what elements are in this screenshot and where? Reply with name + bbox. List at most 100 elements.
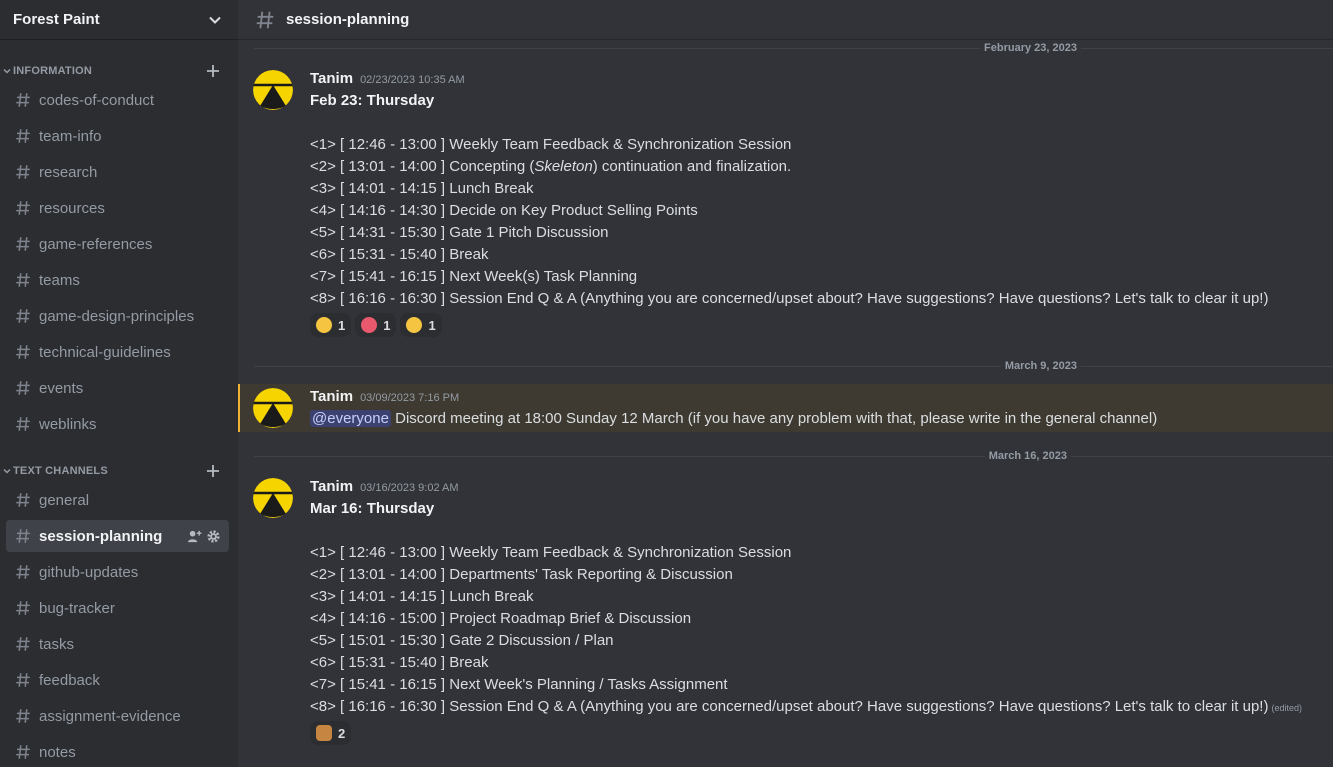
timestamp: 03/09/2023 7:16 PM [360,392,460,404]
channel-bug-tracker[interactable]: bug-tracker [6,592,229,624]
server-name: Forest Paint [13,11,100,28]
hash-icon [16,565,30,579]
channel-tasks[interactable]: tasks [6,628,229,660]
channel-notes[interactable]: notes [6,736,229,767]
nerd-face-icon [406,317,423,333]
channel-label: assignment-evidence [39,707,181,725]
avatar[interactable] [253,388,293,428]
reactions-bar: 1 1 1 [310,313,442,337]
channel-sidebar: Forest Paint INFORMATION codes-of-conduc… [0,0,238,767]
channel-assignment-evidence[interactable]: assignment-evidence [6,700,229,732]
channel-label: events [39,379,84,397]
schedule-line: <2> [ 13:01 - 14:00 ] Departments' Task … [310,566,733,583]
channel-teams[interactable]: teams [6,264,229,296]
schedule-line: <2> [ 13:01 - 14:00 ] Concepting (Skelet… [310,158,792,175]
hash-icon [16,529,30,543]
server-header[interactable]: Forest Paint [0,0,238,40]
schedule-line: <5> [ 14:31 - 15:30 ] Gate 1 Pitch Discu… [310,224,609,241]
channel-label: technical-guidelines [39,343,171,361]
channel-weblinks[interactable]: weblinks [6,408,229,440]
channel-label: research [39,163,98,181]
channel-label: github-updates [39,563,139,581]
message-title: Feb 23: Thursday [310,92,435,109]
hash-icon [16,673,30,687]
date-divider: March 16, 2023 [254,449,1333,463]
author-name[interactable]: Tanim [310,478,353,495]
reaction-angry[interactable]: 1 [355,313,397,337]
hash-icon [256,11,274,28]
reaction-thinking[interactable]: 1 [310,313,352,337]
reaction-thumbs-up[interactable]: 2 [310,721,352,745]
channel-game-design-principles[interactable]: game-design-principles [6,300,229,332]
schedule-line: <7> [ 15:41 - 16:15 ] Next Week(s) Task … [310,268,638,285]
avatar[interactable] [253,478,293,518]
date-divider: March 9, 2023 [254,359,1333,373]
hash-icon [16,273,30,287]
message-header: Tanim 03/16/2023 9:02 AM [310,478,459,495]
message-body: @everyone Discord meeting at 18:00 Sunda… [310,410,1158,427]
channel-label: general [39,491,90,509]
timestamp: 03/16/2023 9:02 AM [360,482,459,494]
hash-icon [16,745,30,759]
channel-label: game-design-principles [39,307,195,325]
reactions-bar: 2 [310,721,352,745]
gear-icon[interactable] [206,529,221,544]
hash-icon [16,709,30,723]
avatar[interactable] [253,70,293,110]
message[interactable]: Tanim 03/16/2023 9:02 AM Mar 16: Thursda… [238,472,1333,752]
channel-team-info[interactable]: team-info [6,120,229,152]
invite-icon[interactable] [187,529,202,544]
category-label: TEXT CHANNELS [13,465,108,477]
hash-icon [16,345,30,359]
hash-icon [16,381,30,395]
channel-general[interactable]: general [6,484,229,516]
channel-feedback[interactable]: feedback [6,664,229,696]
channel-label: team-info [39,127,102,145]
add-channel-icon[interactable] [206,464,220,478]
message-mention[interactable]: Tanim 03/09/2023 7:16 PM @everyone Disco… [238,384,1333,432]
author-name[interactable]: Tanim [310,70,353,87]
channel-label: codes-of-conduct [39,91,155,109]
schedule-line: <1> [ 12:46 - 13:00 ] Weekly Team Feedba… [310,544,792,561]
channel-title: session-planning [286,11,410,28]
channel-label: game-references [39,235,153,253]
date-divider: February 23, 2023 [254,41,1333,55]
timestamp: 02/23/2023 10:35 AM [360,74,465,86]
add-channel-icon[interactable] [206,64,220,78]
schedule-line: <4> [ 14:16 - 15:00 ] Project Roadmap Br… [310,610,692,627]
category-information[interactable]: INFORMATION [0,61,238,81]
category-text-channels[interactable]: TEXT CHANNELS [0,461,238,481]
channel-technical-guidelines[interactable]: technical-guidelines [6,336,229,368]
channel-codes-of-conduct[interactable]: codes-of-conduct [6,84,229,116]
schedule-line: <8> [ 16:16 - 16:30 ] Session End Q & A … [310,290,1269,307]
channel-events[interactable]: events [6,372,229,404]
hash-icon [16,93,30,107]
author-name[interactable]: Tanim [310,388,353,405]
hash-icon [16,129,30,143]
everyone-mention[interactable]: @everyone [310,410,391,427]
hash-icon [16,201,30,215]
hash-icon [16,601,30,615]
hash-icon [16,237,30,251]
schedule-line: <6> [ 15:31 - 15:40 ] Break [310,654,489,671]
channel-label: tasks [39,635,75,653]
angry-face-icon [361,317,378,333]
channel-game-references[interactable]: game-references [6,228,229,260]
message[interactable]: Tanim 02/23/2023 10:35 AM Feb 23: Thursd… [238,64,1333,344]
channel-research[interactable]: research [6,156,229,188]
chevron-down-icon [3,468,11,474]
schedule-line: <4> [ 14:16 - 14:30 ] Decide on Key Prod… [310,202,698,219]
hash-icon [16,165,30,179]
category-label: INFORMATION [13,65,92,77]
channel-resources[interactable]: resources [6,192,229,224]
schedule-line: <3> [ 14:01 - 14:15 ] Lunch Break [310,180,534,197]
channel-label: feedback [39,671,100,689]
channel-session-planning[interactable]: session-planning [6,520,229,552]
edited-label: (edited) [1271,703,1302,713]
message-title: Mar 16: Thursday [310,500,435,517]
reaction-nerd[interactable]: 1 [400,313,442,337]
avatar-image [253,388,293,428]
schedule-line: <3> [ 14:01 - 14:15 ] Lunch Break [310,588,534,605]
channel-github-updates[interactable]: github-updates [6,556,229,588]
thumbs-up-icon [316,725,332,741]
